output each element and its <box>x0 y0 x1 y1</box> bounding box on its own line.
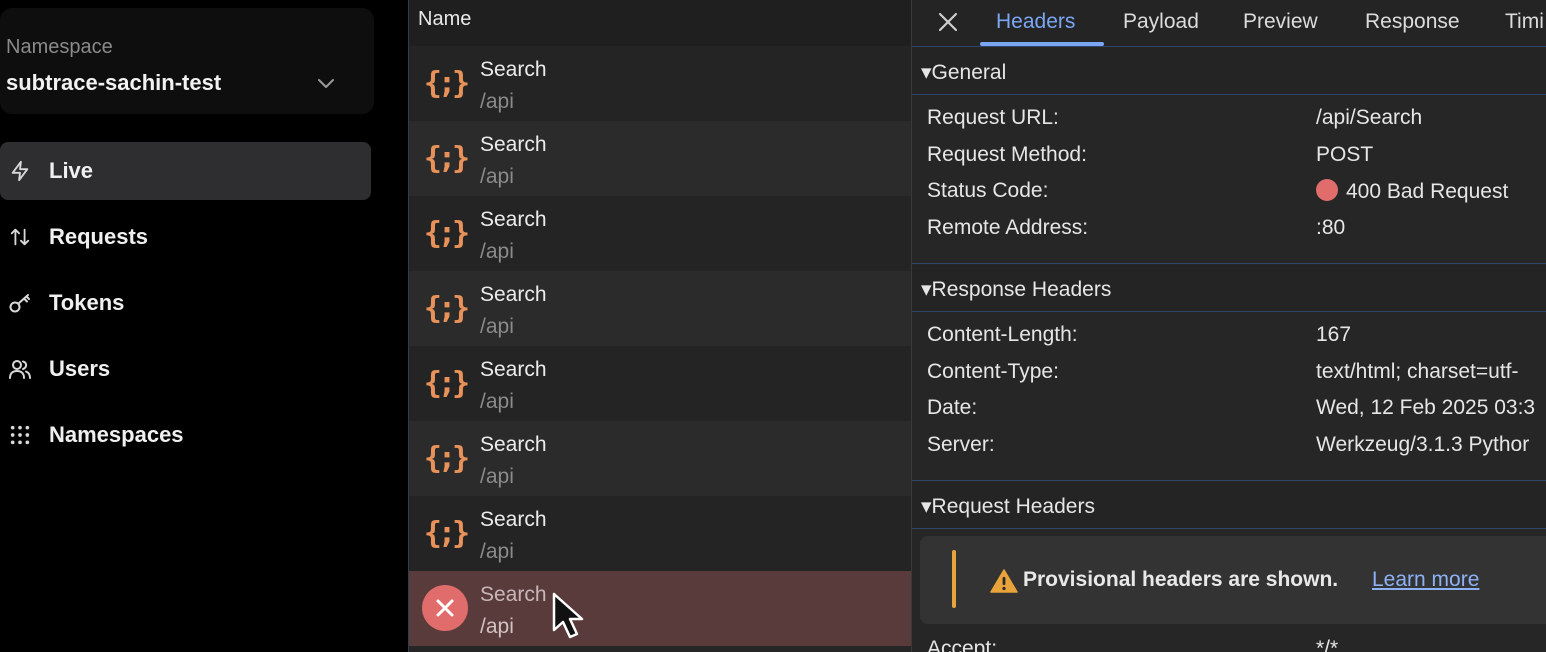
request-name: Search <box>480 208 547 231</box>
request-name: Search <box>480 508 547 531</box>
section-general-header[interactable]: ▾General <box>912 48 1546 95</box>
sidebar-item-label: Live <box>49 158 94 183</box>
section-request-headers-header[interactable]: ▾Request Headers <box>912 482 1546 529</box>
chevron-down-icon[interactable] <box>316 74 336 94</box>
section-response-headers-header[interactable]: ▾Response Headers <box>912 265 1546 312</box>
request-name: Search <box>480 583 547 606</box>
header-key: Server: <box>927 433 995 456</box>
request-row[interactable]: {;} Search /api <box>409 346 911 421</box>
section-title: ▾Response Headers <box>921 278 1112 301</box>
lightning-icon <box>8 159 32 183</box>
section-title: ▾General <box>921 61 1007 84</box>
request-method-value: POST <box>1316 143 1374 166</box>
sidebar-item-label: Tokens <box>49 290 125 315</box>
namespace-label: Namespace <box>6 36 113 58</box>
warning-accent-bar <box>952 550 956 608</box>
header-value: 167 <box>1316 323 1352 346</box>
request-path: /api <box>480 90 514 113</box>
sort-arrows-icon <box>8 225 32 249</box>
request-path: /api <box>480 615 514 638</box>
column-header-name[interactable]: Name <box>418 8 471 31</box>
tab-payload[interactable]: Payload <box>1123 10 1199 34</box>
request-path: /api <box>480 165 514 188</box>
request-row[interactable]: {;} Search /api <box>409 421 911 496</box>
request-row[interactable]: {;} Search /api <box>409 121 911 196</box>
header-key: Content-Type: <box>927 360 1059 383</box>
json-braces-icon: {;} <box>423 215 470 251</box>
request-path: /api <box>480 540 514 563</box>
request-row-selected-error[interactable]: Search /api <box>409 571 911 646</box>
request-name: Search <box>480 283 547 306</box>
header-value: Werkzeug/3.1.3 Pythor <box>1316 433 1530 456</box>
request-detail-panel: Headers Payload Preview Response Timi ▾G… <box>911 0 1546 652</box>
request-url-value: /api/Search <box>1316 106 1423 129</box>
sidebar-item-label: Namespaces <box>49 422 184 447</box>
sidebar-item-tokens[interactable]: Tokens <box>0 274 371 332</box>
sidebar-item-label: Requests <box>49 224 149 249</box>
remote-address-key: Remote Address: <box>927 216 1089 239</box>
request-row[interactable]: {;} Search /api <box>409 196 911 271</box>
request-method-key: Request Method: <box>927 143 1087 166</box>
request-row[interactable]: {;} Search /api <box>409 46 911 121</box>
detail-tabs: Headers Payload Preview Response Timi <box>912 0 1546 47</box>
request-name: Search <box>480 58 547 81</box>
key-icon <box>8 291 32 315</box>
tab-headers[interactable]: Headers <box>996 10 1075 34</box>
namespace-selector[interactable]: Namespace subtrace-sachin-test <box>0 8 374 114</box>
warning-text: Provisional headers are shown. <box>1023 568 1339 591</box>
tab-response[interactable]: Response <box>1365 10 1460 34</box>
header-value: text/html; charset=utf- <box>1316 360 1519 383</box>
request-name: Search <box>480 133 547 156</box>
request-row[interactable]: {;} Search /api <box>409 496 911 571</box>
close-icon[interactable] <box>936 10 960 34</box>
divider <box>912 480 1546 481</box>
header-key: Content-Length: <box>927 323 1078 346</box>
json-braces-icon: {;} <box>423 365 470 401</box>
divider <box>912 263 1546 264</box>
sidebar: Namespace subtrace-sachin-test Live Requ… <box>0 0 400 652</box>
request-path: /api <box>480 315 514 338</box>
status-dot-icon <box>1316 179 1338 201</box>
request-path: /api <box>480 240 514 263</box>
json-braces-icon: {;} <box>423 140 470 176</box>
request-url-key: Request URL: <box>927 106 1059 129</box>
request-name: Search <box>480 358 547 381</box>
sidebar-item-requests[interactable]: Requests <box>0 208 371 266</box>
namespace-value: subtrace-sachin-test <box>6 70 222 95</box>
request-path: /api <box>480 465 514 488</box>
sidebar-item-namespaces[interactable]: Namespaces <box>0 406 371 464</box>
request-path: /api <box>480 390 514 413</box>
remote-address-value: :80 <box>1316 216 1346 239</box>
header-key: Date: <box>927 396 978 419</box>
section-title: ▾Request Headers <box>921 495 1095 518</box>
sidebar-item-users[interactable]: Users <box>0 340 371 398</box>
status-code-value: 400 Bad Request <box>1316 179 1508 204</box>
error-icon <box>421 584 469 632</box>
header-value: */* <box>1316 637 1339 652</box>
status-code-key: Status Code: <box>927 179 1049 202</box>
json-braces-icon: {;} <box>423 290 470 326</box>
users-icon <box>8 357 32 381</box>
header-value: Wed, 12 Feb 2025 03:3 <box>1316 396 1536 419</box>
tab-preview[interactable]: Preview <box>1243 10 1318 34</box>
json-braces-icon: {;} <box>423 515 470 551</box>
grid-dots-icon <box>8 423 32 447</box>
learn-more-link[interactable]: Learn more <box>1372 568 1479 592</box>
status-code-text: 400 Bad Request <box>1346 180 1509 203</box>
list-header: Name <box>409 0 911 47</box>
mouse-cursor-icon <box>552 592 584 639</box>
header-key: Accept: <box>927 637 998 652</box>
json-braces-icon: {;} <box>423 65 470 101</box>
json-braces-icon: {;} <box>423 440 470 476</box>
tab-timing[interactable]: Timi <box>1505 10 1544 34</box>
request-row[interactable]: {;} Search /api <box>409 271 911 346</box>
active-tab-indicator <box>980 42 1104 46</box>
warning-icon <box>990 569 1018 593</box>
request-name: Search <box>480 433 547 456</box>
request-list: Name {;} Search /api {;} Search /api {;}… <box>408 0 911 652</box>
sidebar-item-live[interactable]: Live <box>0 142 371 200</box>
sidebar-item-label: Users <box>49 356 111 381</box>
provisional-headers-warning: Provisional headers are shown. Learn mor… <box>920 536 1546 624</box>
